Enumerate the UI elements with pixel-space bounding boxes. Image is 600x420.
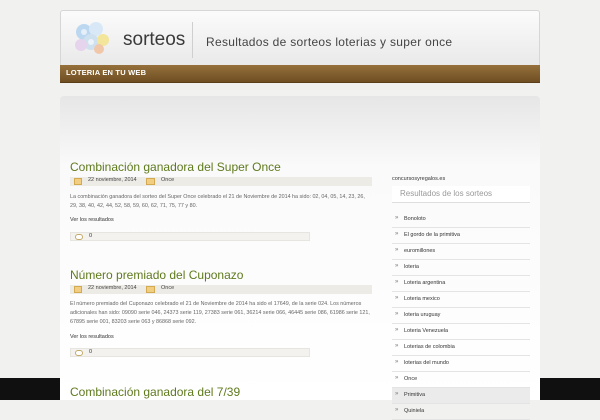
sidebar-item[interactable]: » Loteria mexico xyxy=(392,292,530,308)
sidebar-item-label[interactable]: Primitiva xyxy=(404,392,425,398)
read-more-link[interactable]: Ver los resultados xyxy=(70,217,114,223)
site-header: sorteos Resultados de sorteos loterias y… xyxy=(60,10,540,65)
double-chevron-right-icon: » xyxy=(395,391,399,397)
calendar-icon xyxy=(74,286,82,293)
sidebar-item[interactable]: » Primitiva xyxy=(392,388,530,404)
sidebar-item[interactable]: » Quiniela xyxy=(392,404,530,420)
double-chevron-right-icon: » xyxy=(395,215,399,221)
sidebar-item[interactable]: » Loterias de colombia xyxy=(392,340,530,356)
double-chevron-right-icon: » xyxy=(395,247,399,253)
sidebar-item-label[interactable]: Loterias de colombia xyxy=(404,344,455,350)
main-nav: LOTERIA EN TU WEB xyxy=(60,65,540,83)
double-chevron-right-icon: » xyxy=(395,295,399,301)
sidebar-item[interactable]: » euromillones xyxy=(392,244,530,260)
double-chevron-right-icon: » xyxy=(395,231,399,237)
calendar-icon xyxy=(74,178,82,185)
post-excerpt: La combinación ganadora del sorteo del S… xyxy=(70,194,365,209)
double-chevron-right-icon: » xyxy=(395,375,399,381)
page-dark-edge-right xyxy=(540,378,600,400)
sidebar-item-label[interactable]: loteria uruguay xyxy=(404,312,440,318)
sidebar-item-label[interactable]: euromillones xyxy=(404,248,435,254)
comment-icon xyxy=(75,234,83,240)
post-title[interactable]: Combinación ganadora del 7/39 xyxy=(70,385,240,399)
site-tagline: Resultados de sorteos loterias y super o… xyxy=(206,35,453,49)
post-meta: 22 noviembre, 2014 Once xyxy=(70,285,372,294)
sidebar-item[interactable]: » loteria uruguay xyxy=(392,308,530,324)
sidebar-item[interactable]: » Bonoloto xyxy=(392,212,530,228)
sidebar-heading-text: Resultados de los sorteos xyxy=(400,189,493,198)
double-chevron-right-icon: » xyxy=(395,279,399,285)
sidebar-item[interactable]: » Loteria Venezuela xyxy=(392,324,530,340)
comment-icon xyxy=(75,350,83,356)
comment-count: 0 xyxy=(89,349,93,355)
folder-icon xyxy=(146,178,155,185)
comment-count: 0 xyxy=(89,233,93,239)
content-area: Combinación ganadora del Super Once 22 n… xyxy=(60,96,540,420)
post-meta: 22 noviembre, 2014 Once xyxy=(70,177,372,186)
sidebar-item-label[interactable]: Quiniela xyxy=(404,408,424,414)
page-dark-edge-left xyxy=(0,378,60,400)
sidebar-heading: Resultados de los sorteos xyxy=(392,186,530,203)
double-chevron-right-icon: » xyxy=(395,311,399,317)
post-date: 22 noviembre, 2014 xyxy=(88,177,137,183)
read-more-link[interactable]: Ver los resultados xyxy=(70,334,114,340)
post-comments[interactable]: 0 xyxy=(70,232,310,241)
double-chevron-right-icon: » xyxy=(395,343,399,349)
folder-icon xyxy=(146,286,155,293)
post-title[interactable]: Número premiado del Cuponazo xyxy=(70,268,243,282)
sidebar-item-label[interactable]: loterias del mundo xyxy=(404,360,449,366)
double-chevron-right-icon: » xyxy=(395,359,399,365)
sidebar-item[interactable]: » Once xyxy=(392,372,530,388)
sidebar-item[interactable]: » El gordo de la primitiva xyxy=(392,228,530,244)
double-chevron-right-icon: » xyxy=(395,263,399,269)
lottery-balls-logo-icon[interactable] xyxy=(70,18,116,58)
sidebar-item-label[interactable]: loteria xyxy=(404,264,419,270)
double-chevron-right-icon: » xyxy=(395,407,399,413)
site-name[interactable]: sorteos xyxy=(123,29,185,51)
post-date: 22 noviembre, 2014 xyxy=(88,285,137,291)
post-excerpt: El número premiado del Cuponazo celebrad… xyxy=(70,301,370,325)
post-category[interactable]: Once xyxy=(161,177,174,183)
post-comments[interactable]: 0 xyxy=(70,348,310,357)
double-chevron-right-icon: » xyxy=(395,327,399,333)
sidebar-item-label[interactable]: Loteria argentina xyxy=(404,280,445,286)
post-title[interactable]: Combinación ganadora del Super Once xyxy=(70,160,281,174)
header-divider xyxy=(192,22,193,58)
sidebar-list: » Bonoloto » El gordo de la primitiva » eurom… xyxy=(392,212,530,420)
sidebar-item-label[interactable]: El gordo de la primitiva xyxy=(404,232,460,238)
sidebar-item-label[interactable]: Loteria Venezuela xyxy=(404,328,448,334)
nav-item-loteria-en-tu-web[interactable]: LOTERIA EN TU WEB xyxy=(66,68,146,77)
sidebar-item[interactable]: » loteria xyxy=(392,260,530,276)
post-category[interactable]: Once xyxy=(161,285,174,291)
sidebar-note[interactable]: concursosyregalos.es xyxy=(392,176,445,182)
sidebar-item-label[interactable]: Once xyxy=(404,376,417,382)
sidebar-item[interactable]: » Loteria argentina xyxy=(392,276,530,292)
sidebar-item[interactable]: » loterias del mundo xyxy=(392,356,530,372)
sidebar-item-label[interactable]: Loteria mexico xyxy=(404,296,440,302)
sidebar-item-label[interactable]: Bonoloto xyxy=(404,216,426,222)
